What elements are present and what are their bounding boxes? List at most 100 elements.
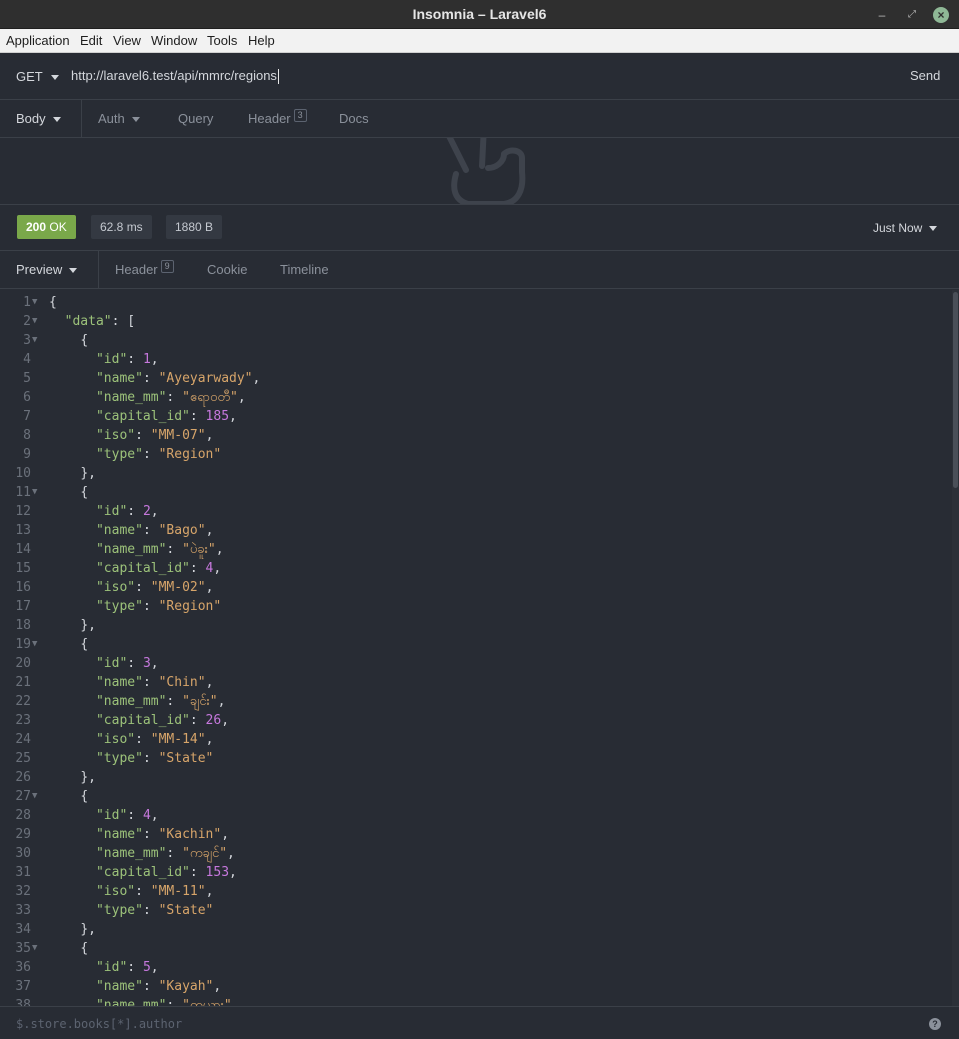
tab-body[interactable]: Body [16, 111, 61, 126]
code-text: "data": [ [64, 314, 136, 329]
menu-tools[interactable]: Tools [207, 33, 237, 48]
line-number: 35 [15, 941, 31, 956]
code-text: "type": "Region" [95, 447, 222, 462]
code-text: "capital_id": 185, [95, 409, 237, 424]
fold-arrow-icon[interactable]: ▼ [32, 331, 37, 350]
line-number: 37 [15, 979, 31, 994]
line-number: 33 [15, 903, 31, 918]
chevron-down-icon [50, 75, 59, 81]
code-text: "iso": "MM-07", [95, 428, 214, 443]
menu-window[interactable]: Window [151, 33, 197, 48]
url-value: http://laravel6.test/api/mmrc/regions [71, 68, 277, 83]
tab-cookie[interactable]: Cookie [207, 262, 247, 277]
window-title: Insomnia – Laravel6 [412, 6, 547, 22]
fold-arrow-icon[interactable]: ▼ [32, 293, 37, 312]
code-text: "capital_id": 4, [95, 561, 222, 576]
line-number: 29 [15, 827, 31, 842]
response-header-count-badge: 9 [160, 260, 174, 273]
code-line: 13 "name": "Bago", [0, 521, 952, 540]
line-number: 8 [23, 428, 31, 443]
tab-body-label: Body [16, 111, 46, 126]
tab-timeline[interactable]: Timeline [280, 262, 329, 277]
line-number: 28 [15, 808, 31, 823]
code-line: 19 ▼ { [0, 635, 952, 654]
response-time-label: Just Now [873, 221, 923, 235]
response-time-badge: 62.8 ms [91, 215, 152, 239]
code-text: "id": 1, [95, 352, 159, 367]
fold-arrow-icon[interactable]: ▼ [32, 939, 37, 958]
code-text: "id": 2, [95, 504, 159, 519]
menu-application[interactable]: Application [6, 33, 70, 48]
close-icon[interactable]: × [933, 7, 949, 23]
scrollbar-thumb[interactable] [953, 292, 958, 488]
fold-arrow-icon[interactable]: ▼ [32, 483, 37, 502]
code-line: 15 "capital_id": 4, [0, 559, 952, 578]
line-number: 32 [15, 884, 31, 899]
chevron-down-icon [52, 117, 61, 123]
url-input[interactable]: http://laravel6.test/api/mmrc/regions [71, 68, 279, 85]
line-number: 17 [15, 599, 31, 614]
code-text: "name_mm": "ကချင်", [95, 846, 235, 861]
method-dropdown[interactable]: GET [16, 69, 59, 84]
line-number: 9 [23, 447, 31, 462]
code-text: "id": 4, [95, 808, 159, 823]
fold-arrow-icon[interactable]: ▼ [32, 635, 37, 654]
code-line: 32 "iso": "MM-11", [0, 882, 952, 901]
tab-docs[interactable]: Docs [339, 111, 369, 126]
tab-auth-label: Auth [98, 111, 125, 126]
line-number: 23 [15, 713, 31, 728]
tab-query[interactable]: Query [178, 111, 213, 126]
code-text: { [80, 941, 89, 956]
line-number: 1 [23, 295, 31, 310]
code-line: 34 }, [0, 920, 952, 939]
response-history-dropdown[interactable]: Just Now [873, 221, 938, 235]
code-text: "iso": "MM-14", [95, 732, 214, 747]
menu-help[interactable]: Help [248, 33, 275, 48]
code-line: 22 "name_mm": "ချင်း", [0, 692, 952, 711]
menu-edit[interactable]: Edit [80, 33, 102, 48]
header-count-badge: 3 [293, 109, 307, 122]
code-line: 4 "id": 1, [0, 350, 952, 369]
send-button[interactable]: Send [910, 68, 940, 83]
tab-header[interactable]: Header 3 [248, 109, 307, 126]
code-text: "name_mm": "ပဲခူး", [95, 542, 224, 557]
menu-view[interactable]: View [113, 33, 141, 48]
line-number: 13 [15, 523, 31, 538]
menu-bar: Application Edit View Window Tools Help [0, 29, 959, 53]
fold-arrow-icon[interactable]: ▼ [32, 312, 37, 331]
code-line: 33 "type": "State" [0, 901, 952, 920]
line-number: 14 [15, 542, 31, 557]
line-number: 3 [23, 333, 31, 348]
minimize-icon[interactable]: – [874, 7, 890, 23]
code-text: "name": "Kachin", [95, 827, 230, 842]
status-code: 200 [26, 220, 47, 234]
code-line: 24 "iso": "MM-14", [0, 730, 952, 749]
code-text: "name": "Bago", [95, 523, 214, 538]
chevron-down-icon [131, 117, 140, 123]
code-line: 2 ▼ "data": [ [0, 312, 952, 331]
tab-auth[interactable]: Auth [98, 111, 140, 126]
code-line: 9 "type": "Region" [0, 445, 952, 464]
code-line: 31 "capital_id": 153, [0, 863, 952, 882]
code-line: 16 "iso": "MM-02", [0, 578, 952, 597]
line-number: 10 [15, 466, 31, 481]
response-json-viewer[interactable]: 1 ▼{2 ▼ "data": [3 ▼ {4 "id": 1, 5 "name": "… [0, 290, 952, 1006]
response-size-badge: 1880 B [166, 215, 223, 239]
restore-icon[interactable]: ⤢ [904, 7, 920, 23]
request-body-pane[interactable] [0, 138, 959, 205]
code-text: { [80, 485, 89, 500]
line-number: 5 [23, 371, 31, 386]
tab-response-header[interactable]: Header 9 [115, 260, 174, 277]
line-number: 36 [15, 960, 31, 975]
code-text: { [80, 637, 89, 652]
insomnia-peace-hand-icon [446, 138, 526, 204]
question-circle-icon[interactable]: ? [929, 1018, 941, 1030]
filter-input[interactable]: $.store.books[*].author [16, 1017, 182, 1031]
tab-preview[interactable]: Preview [16, 262, 78, 277]
status-text: OK [49, 220, 67, 234]
fold-arrow-icon[interactable]: ▼ [32, 787, 37, 806]
code-line: 7 "capital_id": 185, [0, 407, 952, 426]
code-line: 12 "id": 2, [0, 502, 952, 521]
code-text: "name_mm": "ကယား", [95, 998, 240, 1006]
code-line: 20 "id": 3, [0, 654, 952, 673]
